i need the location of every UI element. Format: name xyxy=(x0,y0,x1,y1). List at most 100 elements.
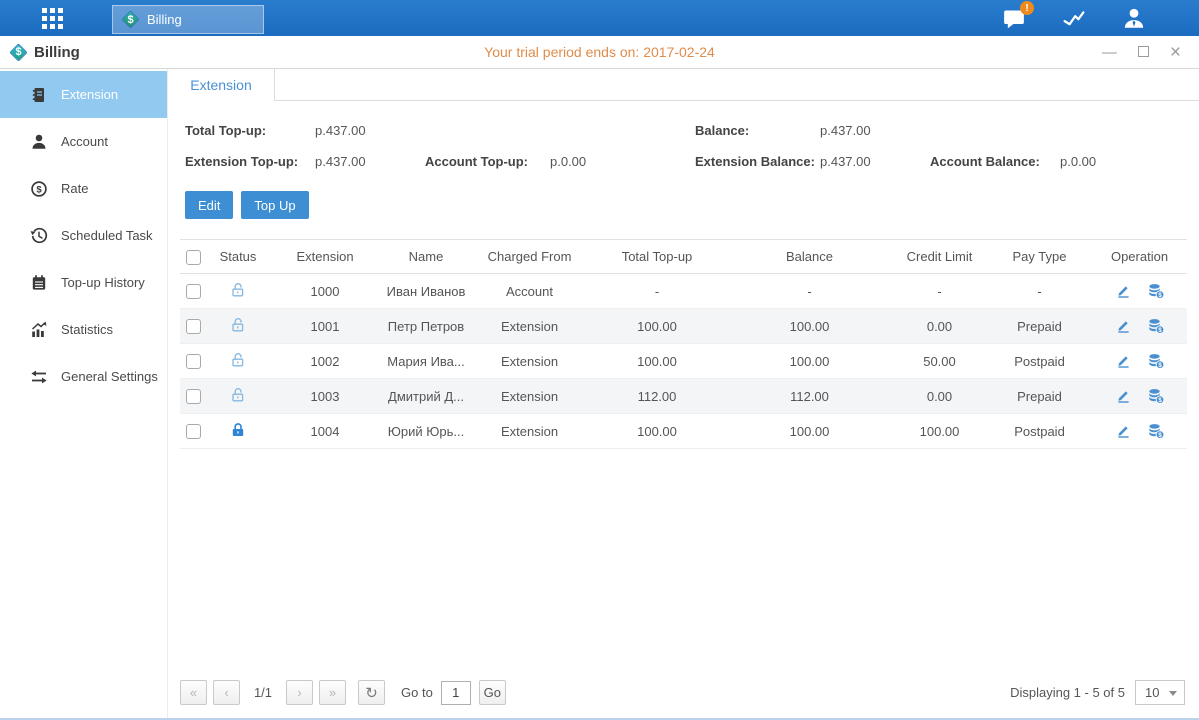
app-tab-billing[interactable]: $ Billing xyxy=(112,5,264,34)
billing-diamond-icon: $ xyxy=(122,11,139,28)
total-topup-label: Total Top-up: xyxy=(185,123,315,138)
account-balance-label: Account Balance: xyxy=(930,154,1060,169)
row-checkbox[interactable] xyxy=(186,354,201,369)
row-checkbox[interactable] xyxy=(186,389,201,404)
tab-extension[interactable]: Extension xyxy=(168,69,275,101)
cell-balance: 100.00 xyxy=(727,309,892,344)
apps-grid-icon[interactable] xyxy=(40,6,64,30)
cell-total-topup: - xyxy=(587,274,727,309)
row-checkbox[interactable] xyxy=(186,284,201,299)
go-button[interactable]: Go xyxy=(479,680,506,705)
lock-open-icon[interactable] xyxy=(230,387,246,403)
header-total-topup: Total Top-up xyxy=(587,240,727,274)
top-app-bar: $ Billing ! xyxy=(0,0,1199,36)
topup-coins-icon[interactable]: $ xyxy=(1147,283,1165,299)
scheduled-task-icon xyxy=(30,227,48,245)
main-content: Extension Total Top-up: p.437.00 Balance… xyxy=(168,69,1199,718)
header-balance: Balance xyxy=(727,240,892,274)
top-up-button[interactable]: Top Up xyxy=(241,191,308,219)
minimize-icon[interactable]: — xyxy=(1102,45,1117,60)
cell-pay-type: Prepaid xyxy=(987,309,1092,344)
lock-open-icon[interactable] xyxy=(230,352,246,368)
sidebar-item-scheduled-task[interactable]: Scheduled Task xyxy=(0,212,167,259)
edit-pencil-icon[interactable] xyxy=(1115,353,1131,369)
user-account-icon[interactable] xyxy=(1121,7,1147,29)
edit-pencil-icon[interactable] xyxy=(1115,388,1131,404)
cell-name: Дмитрий Д... xyxy=(380,379,472,414)
edit-pencil-icon[interactable] xyxy=(1115,423,1131,439)
cell-balance: - xyxy=(727,274,892,309)
tab-strip-filler xyxy=(275,69,1199,101)
header-status: Status xyxy=(206,240,270,274)
cell-name: Петр Петров xyxy=(380,309,472,344)
messages-icon[interactable]: ! xyxy=(1001,7,1027,29)
page-size-select[interactable]: 10 xyxy=(1135,680,1185,705)
topup-coins-icon[interactable]: $ xyxy=(1147,423,1165,439)
sidebar-item-account[interactable]: Account xyxy=(0,118,167,165)
reports-chart-icon[interactable] xyxy=(1061,7,1087,29)
close-icon[interactable]: × xyxy=(1170,43,1181,62)
topup-coins-icon[interactable]: $ xyxy=(1147,353,1165,369)
table-row: 1003 Дмитрий Д... Extension 112.00 112.0… xyxy=(180,379,1187,414)
total-topup-value: p.437.00 xyxy=(315,123,425,138)
cell-extension: 1001 xyxy=(270,309,380,344)
cell-pay-type: Postpaid xyxy=(987,414,1092,449)
cell-balance: 100.00 xyxy=(727,344,892,379)
sidebar-item-extension[interactable]: Extension xyxy=(0,71,167,118)
window-title-bar: $ Billing Your trial period ends on: 201… xyxy=(0,36,1199,69)
goto-page-input[interactable] xyxy=(441,681,471,705)
pagination-bar: « ‹ 1/1 › » ↻ Go to Go Displaying 1 - 5 … xyxy=(168,680,1199,718)
header-charged-from: Charged From xyxy=(472,240,587,274)
account-icon xyxy=(30,133,48,151)
prev-page-button[interactable]: ‹ xyxy=(213,680,240,705)
refresh-icon[interactable]: ↻ xyxy=(358,680,385,705)
edit-button[interactable]: Edit xyxy=(185,191,233,219)
extension-topup-label: Extension Top-up: xyxy=(185,154,315,169)
summary-panel: Total Top-up: p.437.00 Balance: p.437.00… xyxy=(168,101,1199,177)
edit-pencil-icon[interactable] xyxy=(1115,283,1131,299)
first-page-button[interactable]: « xyxy=(180,680,207,705)
trial-notice: Your trial period ends on: 2017-02-24 xyxy=(0,44,1199,60)
cell-pay-type: Postpaid xyxy=(987,344,1092,379)
cell-total-topup: 100.00 xyxy=(587,344,727,379)
cell-name: Мария Ива... xyxy=(380,344,472,379)
cell-balance: 112.00 xyxy=(727,379,892,414)
cell-credit-limit: 0.00 xyxy=(892,379,987,414)
page-indicator: 1/1 xyxy=(246,685,280,700)
sidebar-label: Statistics xyxy=(61,322,113,337)
edit-pencil-icon[interactable] xyxy=(1115,318,1131,334)
cell-credit-limit: 50.00 xyxy=(892,344,987,379)
svg-text:$: $ xyxy=(36,184,42,195)
maximize-icon[interactable] xyxy=(1138,45,1149,60)
sidebar-item-rate[interactable]: $ Rate xyxy=(0,165,167,212)
table-row: 1002 Мария Ива... Extension 100.00 100.0… xyxy=(180,344,1187,379)
sidebar-label: Top-up History xyxy=(61,275,145,290)
extension-icon xyxy=(30,86,48,104)
header-name: Name xyxy=(380,240,472,274)
row-checkbox[interactable] xyxy=(186,424,201,439)
sidebar-item-topup-history[interactable]: Top-up History xyxy=(0,259,167,306)
tab-strip: Extension xyxy=(168,69,1199,101)
header-operation: Operation xyxy=(1092,240,1187,274)
lock-open-icon[interactable] xyxy=(230,282,246,298)
billing-title-icon: $ xyxy=(10,44,27,61)
cell-total-topup: 100.00 xyxy=(587,309,727,344)
topup-coins-icon[interactable]: $ xyxy=(1147,318,1165,334)
cell-extension: 1000 xyxy=(270,274,380,309)
lock-open-icon[interactable] xyxy=(230,317,246,333)
statistics-icon xyxy=(30,321,48,339)
topup-coins-icon[interactable]: $ xyxy=(1147,388,1165,404)
lock-locked-icon[interactable] xyxy=(230,422,246,438)
last-page-button[interactable]: » xyxy=(319,680,346,705)
sidebar-item-statistics[interactable]: Statistics xyxy=(0,306,167,353)
sidebar-label: Rate xyxy=(61,181,88,196)
topbar-actions: ! xyxy=(1001,7,1147,29)
topup-history-icon xyxy=(30,274,48,292)
next-page-button[interactable]: › xyxy=(286,680,313,705)
row-checkbox[interactable] xyxy=(186,319,201,334)
cell-charged-from: Extension xyxy=(472,414,587,449)
select-all-checkbox[interactable] xyxy=(186,250,201,265)
notification-badge: ! xyxy=(1020,1,1034,15)
table-row: 1000 Иван Иванов Account - - - - xyxy=(180,274,1187,309)
sidebar-item-general-settings[interactable]: General Settings xyxy=(0,353,167,400)
